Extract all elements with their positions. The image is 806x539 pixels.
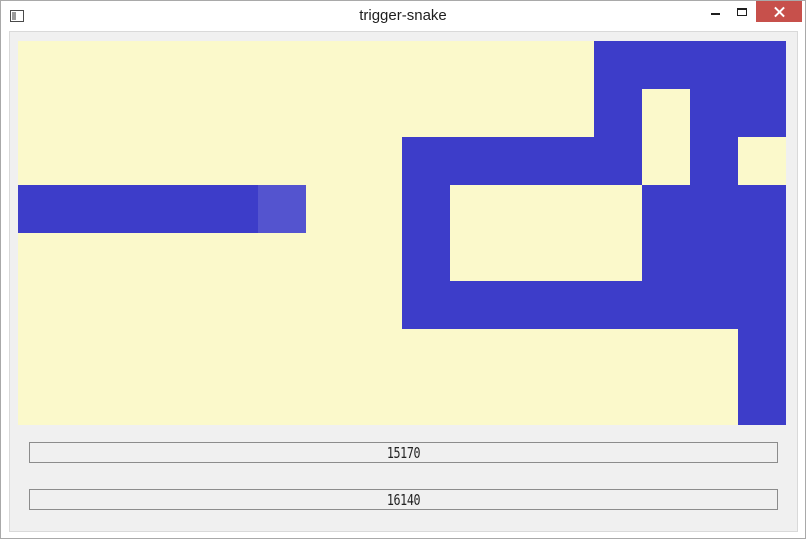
snake-body-segment	[66, 185, 114, 233]
snake-body-segment	[162, 185, 210, 233]
wall-cell	[738, 281, 786, 329]
wall-cell	[594, 137, 642, 185]
snake-head	[258, 185, 306, 233]
wall-cell	[594, 281, 642, 329]
wall-cell	[738, 233, 786, 281]
snake-body-segment	[114, 185, 162, 233]
score-counter: 15170	[29, 442, 778, 463]
wall-cell	[450, 281, 498, 329]
wall-cell	[738, 89, 786, 137]
wall-cell	[546, 281, 594, 329]
game-board[interactable]	[18, 41, 786, 425]
wall-cell	[690, 185, 738, 233]
wall-cell	[402, 185, 450, 233]
wall-cell	[738, 377, 786, 425]
wall-cell	[690, 137, 738, 185]
wall-cell	[642, 233, 690, 281]
wall-cell	[594, 89, 642, 137]
wall-cell	[642, 185, 690, 233]
snake-body-segment	[18, 185, 66, 233]
wall-cell	[450, 137, 498, 185]
title-bar[interactable]: trigger-snake	[1, 1, 805, 31]
wall-cell	[738, 41, 786, 89]
wall-cell	[738, 185, 786, 233]
wall-cell	[738, 329, 786, 377]
wall-cell	[690, 233, 738, 281]
wall-cell	[402, 137, 450, 185]
wall-cell	[690, 281, 738, 329]
score-value: 15170	[386, 444, 421, 462]
wall-cell	[402, 233, 450, 281]
close-button[interactable]	[756, 1, 802, 22]
wall-cell	[690, 41, 738, 89]
wall-cell	[402, 281, 450, 329]
wall-cell	[498, 137, 546, 185]
wall-cell	[642, 41, 690, 89]
wall-cell	[642, 281, 690, 329]
window-title: trigger-snake	[359, 7, 447, 24]
wall-cell	[594, 41, 642, 89]
time-counter: 16140	[29, 489, 778, 510]
minimize-button[interactable]	[702, 1, 728, 22]
snake-body-segment	[210, 185, 258, 233]
wall-cell	[690, 89, 738, 137]
maximize-button[interactable]	[729, 1, 755, 22]
time-value: 16140	[386, 491, 421, 509]
wall-cell	[498, 281, 546, 329]
wall-cell	[546, 137, 594, 185]
